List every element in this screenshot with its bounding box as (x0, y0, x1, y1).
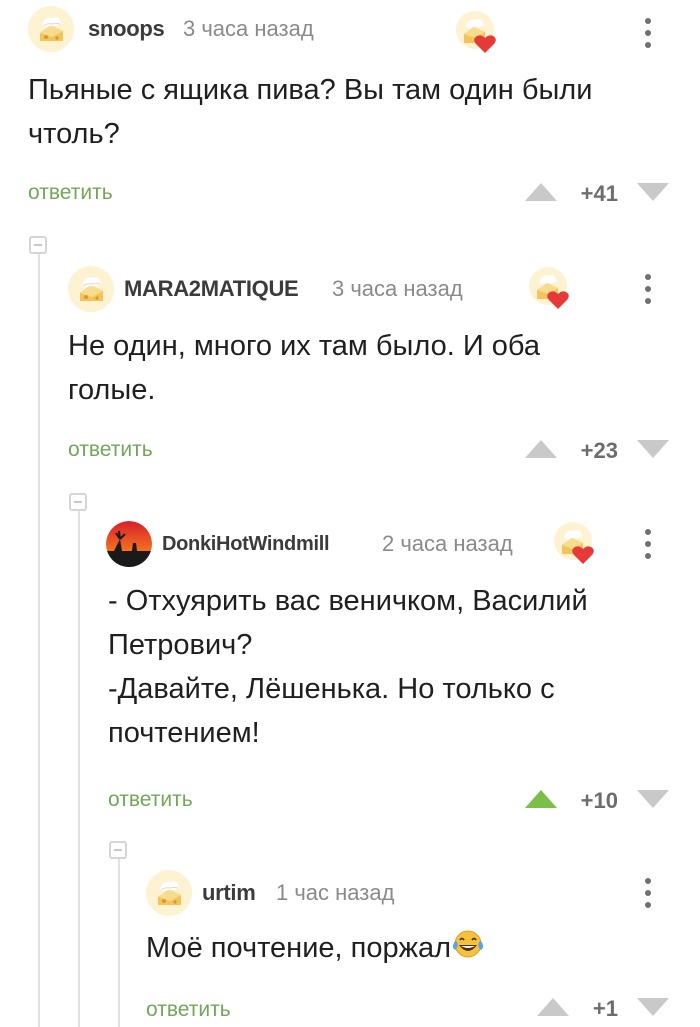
username[interactable]: MARA2MATIQUE (124, 276, 299, 302)
comment-snoops: snoops 3 часа назад Пьяные с ящика пива?… (0, 0, 700, 220)
cheese-avatar-icon (28, 6, 74, 52)
comment-text: Моё почтение, поржал (146, 926, 676, 970)
more-options-button[interactable] (642, 878, 654, 912)
more-options-button[interactable] (642, 529, 654, 563)
more-options-button[interactable] (642, 18, 654, 52)
cheese-heart-badge-icon (553, 521, 597, 565)
username[interactable]: urtim (202, 880, 256, 906)
comment-time: 2 часа назад (382, 531, 513, 556)
collapse-thread-button[interactable] (109, 841, 127, 859)
comment-donkihotwindmill: DonkiHotWindmill 2 часа назад - Отхуярит… (0, 517, 700, 827)
downvote-arrow-icon[interactable] (636, 438, 670, 460)
more-vertical-icon (645, 274, 651, 280)
more-vertical-icon (645, 529, 651, 535)
collapse-thread-button[interactable] (69, 493, 87, 511)
upvote-arrow-icon[interactable] (524, 438, 558, 460)
comment-urtim: urtim 1 час назад Моё почтение, поржал о… (0, 868, 700, 1027)
downvote-arrow-icon[interactable] (636, 181, 670, 203)
cheese-heart-badge-icon (528, 266, 572, 310)
downvote-arrow-icon[interactable] (636, 996, 670, 1018)
upvote-arrow-icon[interactable] (524, 181, 558, 203)
comment-score: +10 (580, 788, 618, 813)
sunset-windmill-avatar-icon (106, 521, 152, 567)
downvote-arrow-icon[interactable] (636, 788, 670, 810)
comment-score: +41 (580, 181, 618, 206)
reply-button[interactable]: ответить (28, 181, 113, 205)
avatar[interactable] (146, 870, 192, 916)
comment-score: +1 (592, 996, 618, 1021)
username[interactable]: DonkiHotWindmill (162, 533, 330, 556)
more-vertical-icon (645, 18, 651, 24)
more-options-button[interactable] (642, 274, 654, 308)
avatar[interactable] (28, 6, 74, 52)
avatar[interactable] (106, 521, 152, 567)
cheese-avatar-icon (68, 266, 114, 312)
username[interactable]: snoops (88, 16, 165, 42)
collapse-thread-button[interactable] (29, 236, 47, 254)
comment-text: - Отхуярить вас веничком, Василий Петров… (108, 585, 588, 749)
reply-button[interactable]: ответить (68, 438, 153, 462)
upvote-arrow-icon[interactable] (524, 788, 558, 810)
comment-time: 3 часа назад (183, 16, 314, 41)
comment-text: Пьяные с ящика пива? Вы там один были чт… (28, 74, 593, 150)
more-vertical-icon (645, 878, 651, 884)
avatar[interactable] (68, 266, 114, 312)
reply-button[interactable]: ответить (146, 998, 231, 1022)
comment-text: Не один, много их там было. И оба голые. (68, 330, 540, 406)
cheese-avatar-icon (146, 870, 192, 916)
comment-mara2matique: MARA2MATIQUE 3 часа назад Не один, много… (0, 260, 700, 480)
laughing-tears-emoji-icon (453, 930, 484, 958)
cheese-heart-badge-icon (455, 10, 499, 54)
comment-time: 3 часа назад (332, 276, 463, 301)
comment-time: 1 час назад (276, 880, 395, 905)
comment-score: +23 (580, 438, 618, 463)
reply-button[interactable]: ответить (108, 788, 193, 812)
